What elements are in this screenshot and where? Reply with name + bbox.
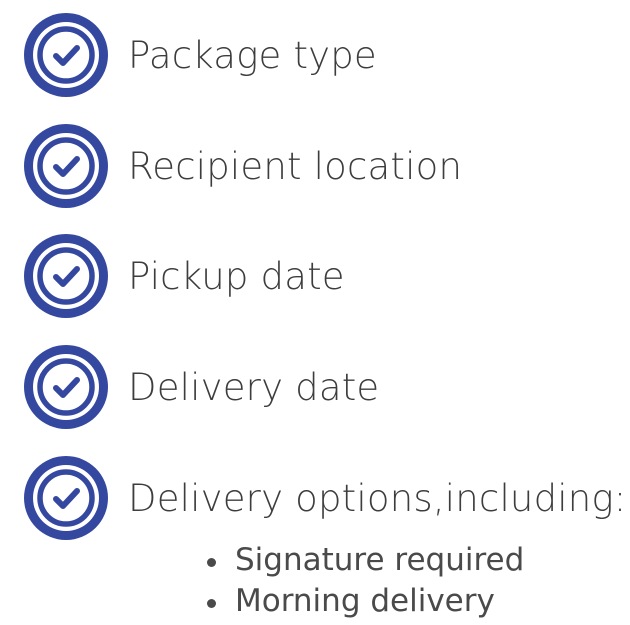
list-item-signature-required: Signature required [205,540,524,581]
list-item-morning-delivery: Morning delivery [205,581,524,622]
checklist-item-recipient-location: Recipient location [20,120,462,212]
checklist-item-label: Delivery date [128,365,380,409]
checklist-item-label: Delivery options,including: [128,476,627,520]
checklist-item-label: Pickup date [128,254,345,298]
check-circle-icon [20,9,112,101]
checklist-item-label: Recipient location [128,144,463,188]
check-circle-icon [20,120,112,212]
check-circle-icon [20,230,112,322]
check-circle-icon [20,452,112,544]
check-circle-icon [20,341,112,433]
checklist-item-pickup-date: Pickup date [20,230,345,322]
delivery-options-list: Signature required Morning delivery [205,540,524,622]
checklist-item-label: Package type [128,33,377,77]
checklist-item-delivery-options: Delivery options,including: [20,452,626,544]
checklist-item-package-type: Package type [20,9,377,101]
checklist-item-delivery-date: Delivery date [20,341,379,433]
